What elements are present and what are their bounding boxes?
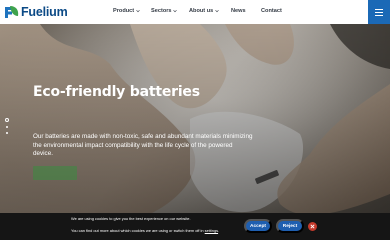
nav-item-product[interactable]: Product (113, 8, 140, 14)
cookie-settings-link[interactable]: settings (205, 228, 218, 233)
nav-item-label: About us (189, 8, 214, 14)
hamburger-icon-bar (375, 11, 383, 13)
cookie-settings-message: You can find out more about which cookie… (71, 228, 219, 233)
nav-item-contact[interactable]: Contact (261, 8, 282, 14)
cookie-settings-suffix: . (218, 228, 220, 233)
nav-item-news[interactable]: News (231, 8, 246, 14)
fuelium-logo-icon (5, 6, 19, 18)
nav-item-about-us[interactable]: About us (189, 8, 219, 14)
reject-cookies-button[interactable]: Reject (276, 219, 304, 233)
nav-item-sectors[interactable]: Sectors (151, 8, 177, 14)
cookie-message: We are using cookies to give you the bes… (71, 216, 191, 221)
hero-description: Our batteries are made with non-toxic, s… (33, 133, 253, 158)
hero-cta-button[interactable] (33, 166, 77, 180)
accept-cookies-button[interactable]: Accept (244, 219, 272, 233)
close-cookie-bar-button[interactable] (308, 222, 317, 231)
slider-dot-active[interactable] (5, 118, 9, 122)
site-header: Fuelium Product Sectors About us News Co… (0, 0, 390, 24)
slider-dot[interactable] (6, 126, 8, 128)
hero-background-image (0, 24, 390, 240)
nav-item-label: Contact (261, 8, 282, 14)
hero-slider: Eco-friendly batteries Our batteries are… (0, 24, 390, 240)
chevron-down-icon (215, 9, 219, 13)
hero-title: Eco-friendly batteries (33, 84, 200, 100)
nav-item-label: Product (113, 8, 135, 14)
close-icon (310, 224, 315, 229)
nav-item-label: Sectors (151, 8, 172, 14)
slider-dot[interactable] (6, 132, 8, 134)
hamburger-icon-bar (375, 14, 383, 16)
chevron-down-icon (135, 9, 140, 13)
slider-pagination (5, 118, 9, 134)
menu-button[interactable] (368, 0, 390, 24)
hamburger-icon-bar (375, 8, 383, 10)
cookie-consent-bar: We are using cookies to give you the bes… (0, 213, 390, 240)
brand-name: Fuelium (21, 5, 68, 19)
logo[interactable]: Fuelium (4, 4, 68, 20)
chevron-down-icon (173, 9, 177, 13)
nav-item-label: News (231, 8, 246, 14)
cookie-settings-text: You can find out more about which cookie… (71, 228, 205, 233)
